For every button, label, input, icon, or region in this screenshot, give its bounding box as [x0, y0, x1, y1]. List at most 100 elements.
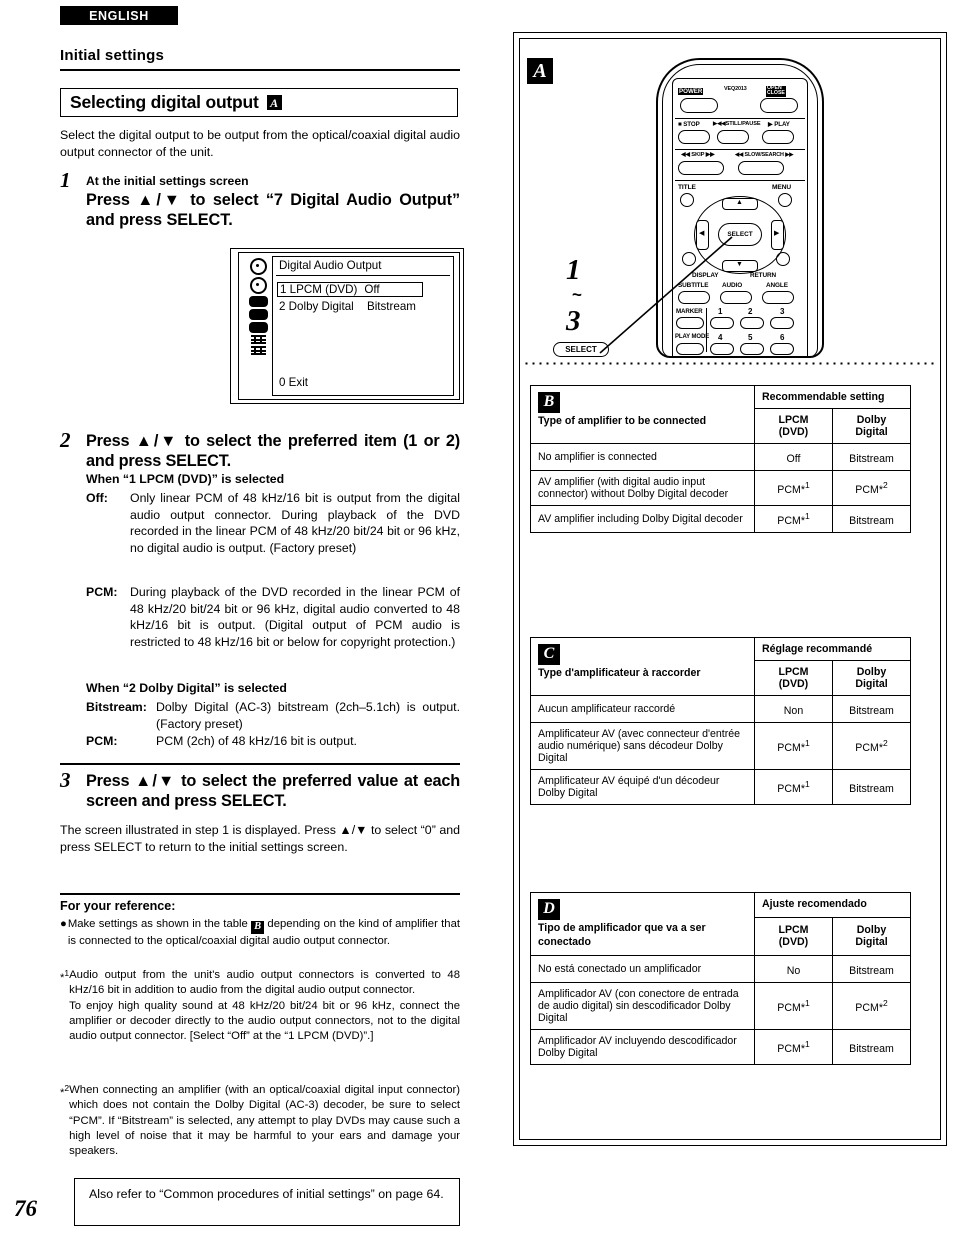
- remote-number-2-button[interactable]: [740, 317, 764, 329]
- grid-icon-1: [250, 335, 266, 344]
- remote-marker-button[interactable]: [676, 317, 704, 329]
- definition-pcm-desc: During playback of the DVD recorded in t…: [130, 585, 460, 649]
- table-b-row-2-dolby: Bitstream: [831, 505, 912, 533]
- osd-row-lpcm-label: 1 LPCM (DVD): [280, 283, 358, 296]
- remote-number-5-label: 5: [748, 333, 753, 342]
- table-d-header-row-1: D Tipo de amplificador que va a ser cone…: [530, 892, 912, 956]
- remote-menu-label: MENU: [772, 184, 792, 191]
- osd-exit-item[interactable]: 0 Exit: [279, 376, 308, 389]
- definition-bitstream: Bitstream: Dolby Digital (AC-3) bitstrea…: [86, 699, 460, 732]
- step-2-number: 2: [60, 428, 71, 452]
- bar-icon-1: [248, 296, 268, 307]
- remote-skip-label: ◀◀ SKIP ▶▶: [681, 152, 715, 158]
- osd-row-dolby[interactable]: 2 Dolby Digital Bitstream: [279, 300, 449, 313]
- table-b-col-lpcm: LPCM (DVD): [754, 408, 833, 444]
- footnote-2-text: When connecting an amplifier (with an op…: [69, 1084, 460, 1157]
- step-1-subtitle: At the initial settings screen: [86, 174, 249, 188]
- step-1-number: 1: [60, 168, 71, 192]
- definition-off-term: Off:: [86, 491, 108, 505]
- table-row: Aucun amplificateur raccordé Non Bitstre…: [530, 695, 912, 723]
- table-c-row-header-cell: C Type d'amplificateur à raccorder: [530, 637, 755, 696]
- step-3-instruction: Press ▲/▼ to select the preferred value …: [86, 772, 460, 811]
- footnote-2: *2 When connecting an amplifier (with an…: [60, 1083, 460, 1159]
- table-row: AV amplifier including Dolby Digital dec…: [530, 505, 912, 533]
- table-d-col-dolby: Dolby Digital: [831, 916, 912, 956]
- definition-pcm-2ch: PCM: PCM (2ch) of 48 kHz/16 bit is outpu…: [86, 733, 460, 750]
- dotted-separator: [523, 362, 937, 365]
- footnote-1-body: Audio output from the unit's audio outpu…: [69, 968, 460, 1044]
- table-c-row-0-dolby: Bitstream: [831, 695, 912, 723]
- reference-heading: For your reference:: [60, 899, 176, 913]
- remote-number-2-label: 2: [748, 307, 753, 316]
- remote-skip-button[interactable]: [678, 161, 724, 175]
- definition-bitstream-term: Bitstream:: [86, 700, 147, 714]
- table-d-row-1-dolby: PCM*2: [831, 981, 912, 1030]
- remote-power-button[interactable]: [680, 98, 718, 113]
- reference-bullet: ● Make settings as shown in the table B …: [60, 917, 460, 949]
- definition-pcm: PCM: During playback of the DVD recorded…: [86, 584, 460, 650]
- table-d-col-lpcm: LPCM (DVD): [754, 916, 833, 956]
- bar-icon-2: [248, 309, 268, 320]
- remote-slow-search-button[interactable]: [738, 161, 784, 175]
- table-d-badge: D: [538, 898, 560, 920]
- remote-play-button[interactable]: [762, 130, 794, 144]
- remote-play-mode-button[interactable]: [676, 343, 704, 355]
- section-title-rule: [60, 69, 460, 71]
- remote-number-1-button[interactable]: [710, 317, 734, 329]
- definition-off-desc: Only linear PCM of 48 kHz/16 bit is outp…: [130, 491, 460, 555]
- remote-open-close-button[interactable]: [760, 98, 798, 113]
- reference-bullet-pre: Make settings as shown in the table: [67, 918, 252, 930]
- table-c-row-1-lpcm: PCM*1: [754, 722, 833, 770]
- table-b-row-0-dolby: Bitstream: [831, 443, 912, 471]
- footnote-1: *1 Audio output from the unit's audio ou…: [60, 968, 460, 1044]
- disc-icon: [249, 258, 267, 275]
- table-d-row-1-lpcm: PCM*1: [754, 981, 833, 1030]
- table-b-english: B Type of amplifier to be connected Reco…: [530, 385, 912, 533]
- figure-a-badge: A: [527, 58, 553, 84]
- definition-pcm-2ch-term: PCM:: [86, 734, 118, 748]
- remote-display-label: DISPLAY: [692, 272, 719, 279]
- remote-number-6-button[interactable]: [770, 343, 794, 355]
- remote-number-4-button[interactable]: [710, 343, 734, 355]
- remote-number-5-button[interactable]: [740, 343, 764, 355]
- remote-slow-search-label: ◀◀ SLOW/SEARCH ▶▶: [735, 152, 794, 158]
- bar-icon-3: [248, 322, 268, 333]
- remote-still-pause-button[interactable]: [717, 130, 749, 144]
- remote-return-button[interactable]: [776, 252, 790, 266]
- table-d-row-0-dolby: Bitstream: [831, 954, 912, 983]
- step-3-divider: [60, 763, 460, 765]
- remote-divider-3: [675, 180, 805, 182]
- table-d-spanish: D Tipo de amplificador que va a ser cone…: [530, 892, 912, 1065]
- table-d-row-header-text: Tipo de amplificador que va a ser conect…: [538, 922, 706, 948]
- remote-audio-label: AUDIO: [722, 282, 743, 289]
- step-1-instruction: Press ▲/▼ to select “7 Digital Audio Out…: [86, 191, 460, 230]
- table-c-row-2-dolby: Bitstream: [831, 769, 912, 805]
- table-d-row-1-label: Amplificador AV (con conectore de entrad…: [530, 981, 755, 1030]
- callout-step-range-end: 3: [566, 305, 581, 337]
- table-c-header-row-1: C Type d'amplificateur à raccorder Régla…: [530, 637, 912, 696]
- table-b-row-1-dolby: PCM*2: [831, 470, 912, 506]
- reference-divider: [60, 893, 460, 895]
- remote-title-button[interactable]: [680, 193, 694, 207]
- remote-stop-label: ■ STOP: [678, 121, 700, 128]
- remote-audio-button[interactable]: [720, 291, 752, 304]
- osd-row-lpcm-value: Off: [364, 283, 380, 296]
- heading-box: Selecting digital output A: [60, 88, 458, 117]
- remote-menu-button[interactable]: [778, 193, 792, 207]
- table-b-badge: B: [538, 391, 560, 413]
- remote-number-3-button[interactable]: [770, 317, 794, 329]
- remote-subtitle-button[interactable]: [678, 291, 710, 304]
- remote-stop-button[interactable]: [678, 130, 710, 144]
- osd-row-dolby-value: Bitstream: [366, 300, 416, 313]
- remote-select-button[interactable]: SELECT: [718, 223, 762, 246]
- bullet-icon: ●: [60, 918, 67, 930]
- table-b-group-header: Recommendable setting: [753, 385, 912, 409]
- remote-power-label: POWER: [678, 88, 704, 95]
- table-row: Amplificateur AV équipé d'un décodeur Do…: [530, 769, 912, 805]
- remote-angle-button[interactable]: [762, 291, 794, 304]
- section-title: Initial settings: [60, 47, 165, 64]
- osd-row-lpcm[interactable]: 1 LPCM (DVD) Off: [277, 282, 423, 297]
- remote-display-button[interactable]: [682, 252, 696, 266]
- remote-number-1-label: 1: [718, 307, 723, 316]
- osd-screen: [272, 256, 454, 396]
